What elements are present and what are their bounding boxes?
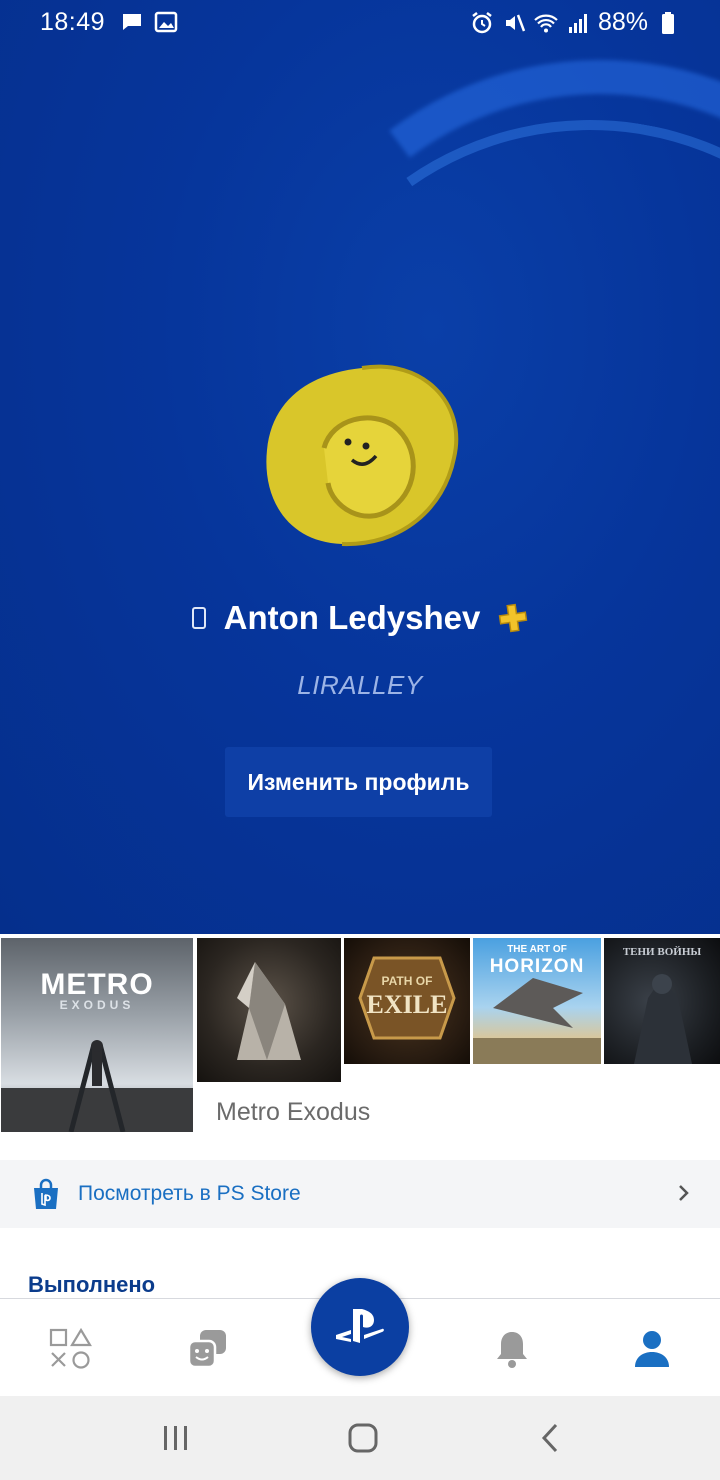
mute-icon — [505, 14, 526, 31]
profile-icon[interactable] — [630, 1327, 674, 1371]
origami-figure — [237, 962, 301, 1060]
ps-store-link[interactable]: Посмотреть в PS Store — [0, 1160, 720, 1228]
game-tile-mordor[interactable]: ТЕНИ ВОЙНЫ — [604, 938, 720, 1064]
ps-store-bag-icon — [34, 1178, 58, 1209]
profile-name: Anton Ledyshev — [223, 599, 481, 636]
android-navigation-bar — [0, 1396, 720, 1480]
avatar[interactable] — [262, 358, 460, 550]
selected-game-title: Metro Exodus — [216, 1098, 371, 1126]
status-bar: 18:49 88% — [0, 0, 720, 44]
horizon-cover-top: THE ART OF — [507, 944, 567, 955]
metro-cover-title: METRO — [40, 968, 154, 1001]
device-phone-icon — [191, 607, 206, 629]
alarm-icon — [472, 11, 492, 33]
playstation-home-button[interactable] — [311, 1278, 409, 1376]
section-title-completed: Выполнено — [28, 1272, 156, 1297]
mordor-cover-title: ТЕНИ ВОЙНЫ — [622, 946, 702, 958]
message-icon — [123, 14, 141, 30]
back-icon[interactable] — [534, 1422, 570, 1454]
chevron-right-icon — [679, 1185, 689, 1201]
wifi-icon — [534, 14, 558, 32]
battery-icon — [662, 11, 674, 34]
game-tile-path-of-exile[interactable]: PATH OF EXILE — [344, 938, 470, 1064]
horizon-cover-title: HORIZON — [489, 956, 585, 977]
game-tile-heavy-rain[interactable] — [197, 938, 341, 1082]
friends-icon[interactable] — [186, 1327, 230, 1371]
game-tile-horizon[interactable]: THE ART OF HORIZON — [473, 938, 601, 1064]
game-tile-metro-exodus[interactable]: METRO EXODUS — [1, 938, 193, 1132]
image-icon — [154, 11, 178, 33]
profile-name-row: Anton Ledyshev — [0, 596, 720, 640]
battery-percentage: 88% — [597, 8, 648, 36]
status-time: 18:49 — [40, 8, 106, 36]
profile-header: 18:49 88% Anton Ledyshev LIRALLEY Измени… — [0, 0, 720, 934]
signal-icon — [568, 13, 587, 33]
poe-cover-title: EXILE — [366, 990, 448, 1019]
ps-plus-icon — [499, 603, 528, 633]
home-icon[interactable] — [345, 1422, 381, 1454]
online-id: LIRALLEY — [297, 670, 423, 700]
edit-profile-button[interactable]: Изменить профиль — [225, 747, 492, 817]
ps-store-label: Посмотреть в PS Store — [78, 1182, 301, 1205]
games-icon[interactable] — [48, 1327, 92, 1371]
notifications-icon[interactable] — [490, 1327, 534, 1371]
recent-apps-icon[interactable] — [158, 1422, 194, 1454]
playstation-home-icon — [336, 1309, 384, 1343]
poe-cover-top: PATH OF — [381, 974, 433, 988]
metro-cover-subtitle: EXODUS — [59, 998, 135, 1012]
